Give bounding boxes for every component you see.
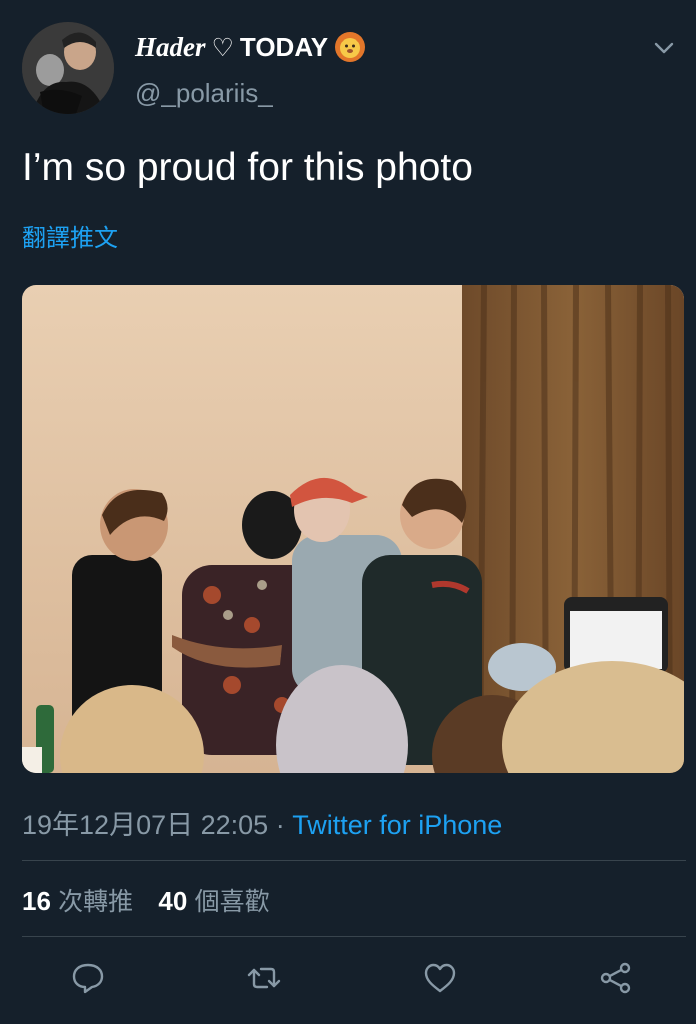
source-link[interactable]: Twitter for iPhone: [292, 810, 502, 840]
avatar[interactable]: [22, 22, 114, 114]
display-name[interactable]: Hader ♡ TODAY: [135, 30, 366, 64]
likes-label[interactable]: 個喜歡: [195, 887, 270, 916]
tweet-stats: 16 次轉推 40 個喜歡: [22, 882, 288, 918]
like-icon[interactable]: [422, 960, 458, 996]
retweet-icon[interactable]: [246, 960, 282, 996]
tweet-photo[interactable]: [22, 285, 684, 773]
action-bar: [0, 956, 696, 1000]
timestamp: 19年12月07日 22:05: [22, 810, 269, 840]
reply-icon[interactable]: [70, 960, 106, 996]
retweets-label[interactable]: 次轉推: [58, 887, 133, 916]
meta-separator: ·: [275, 810, 285, 840]
tweet-text: I’m so proud for this photo: [22, 146, 473, 189]
divider: [22, 860, 686, 861]
share-icon[interactable]: [598, 960, 634, 996]
lion-face-icon: [334, 31, 366, 63]
translate-tweet-link[interactable]: 翻譯推文: [22, 218, 118, 253]
display-name-heart: ♡: [211, 32, 234, 62]
retweets-count[interactable]: 16: [22, 886, 51, 916]
tweet-meta: 19年12月07日 22:05 · Twitter for iPhone: [22, 803, 502, 842]
tweet-header: Hader ♡ TODAY @_polariis_: [22, 22, 674, 114]
chevron-down-icon[interactable]: [652, 36, 676, 60]
divider: [22, 936, 686, 937]
display-name-part-1: Hader: [135, 31, 206, 62]
user-handle[interactable]: @_polariis_: [135, 78, 273, 109]
likes-count[interactable]: 40: [158, 886, 187, 916]
display-name-part-2: TODAY: [239, 31, 329, 62]
